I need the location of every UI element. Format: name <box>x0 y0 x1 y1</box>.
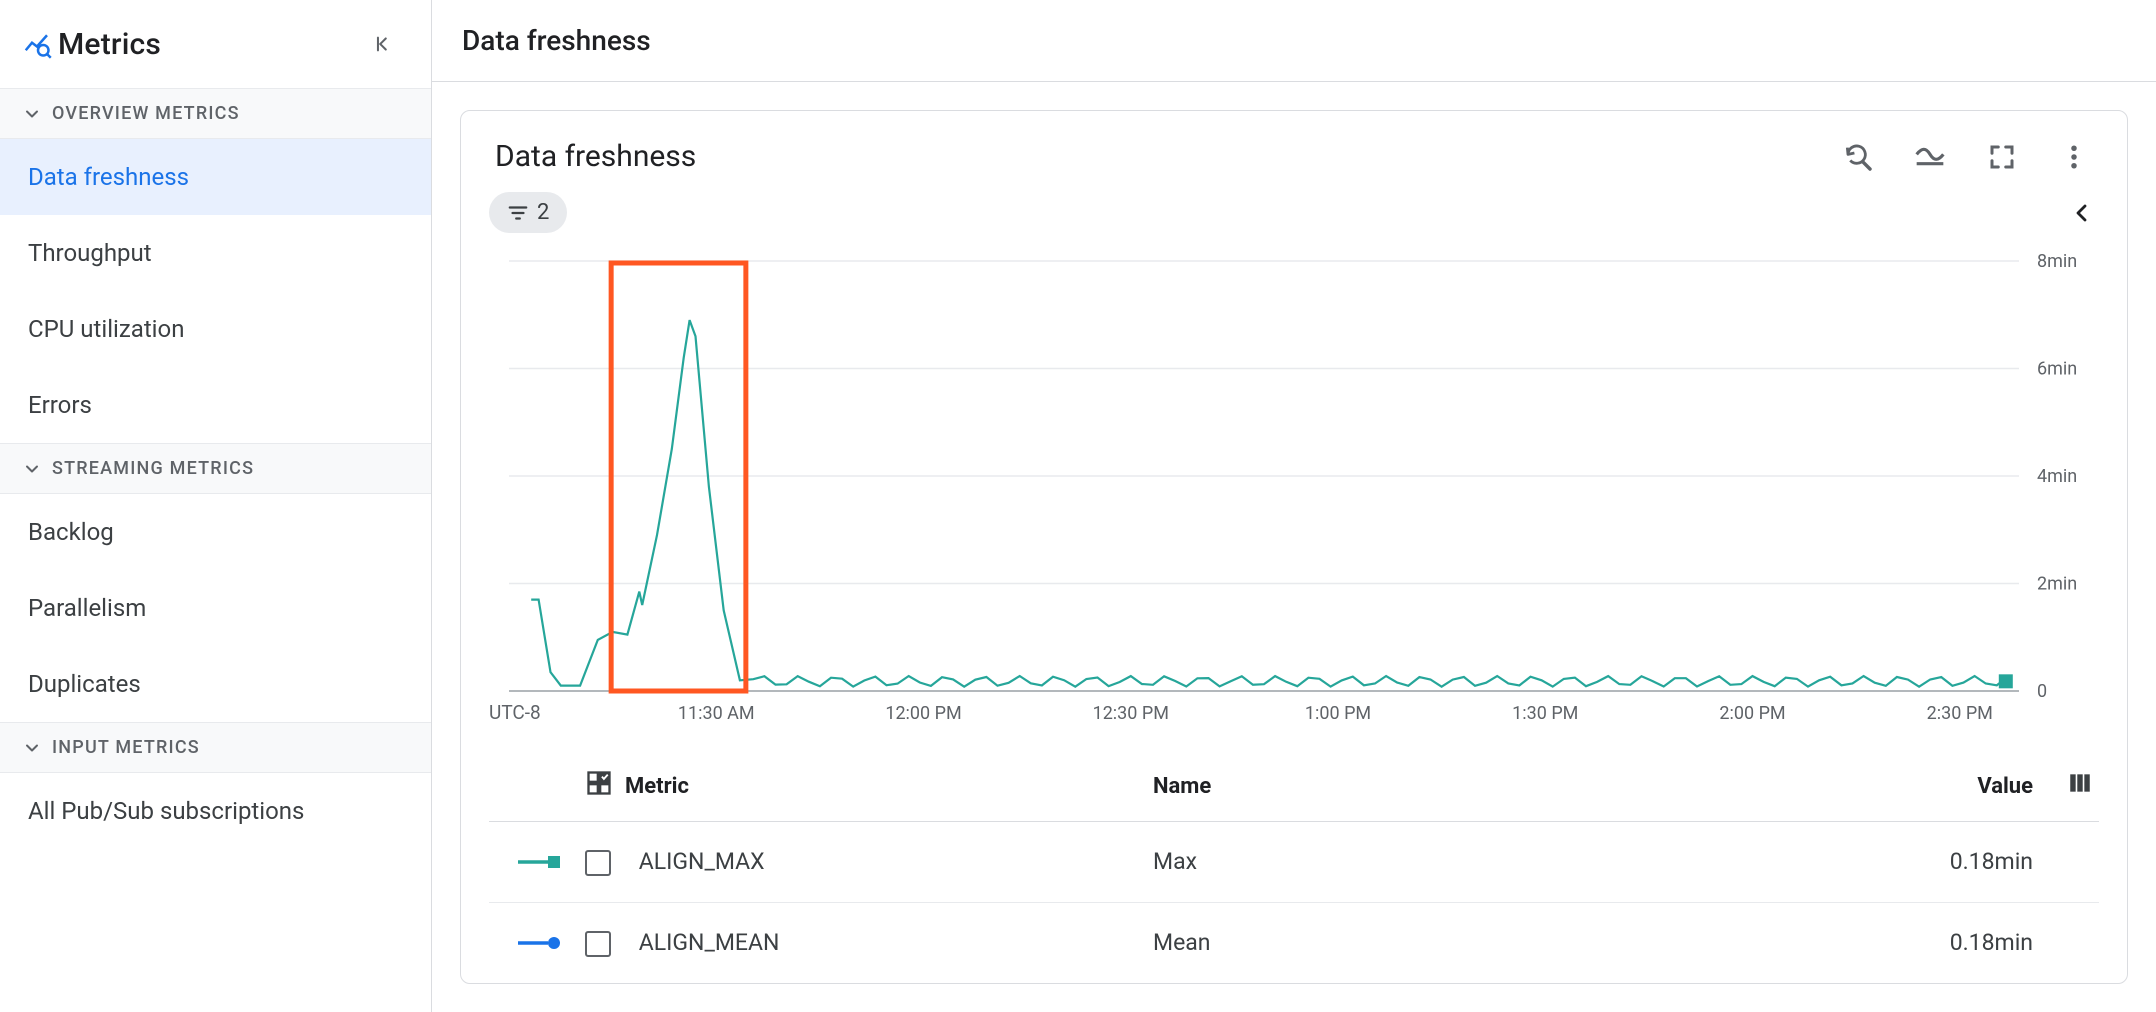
compare-button[interactable] <box>1913 140 1947 174</box>
filter-chip[interactable]: 2 <box>489 192 567 233</box>
sidebar: Metrics OVERVIEW METRICS Data freshness … <box>0 0 432 1012</box>
legend-col-metric[interactable]: Metric <box>625 774 689 799</box>
content: Data freshness <box>432 82 2156 1012</box>
nav-item-cpu-utilization[interactable]: CPU utilization <box>0 291 431 367</box>
legend-name: Max <box>1153 848 1773 875</box>
sidebar-title: Metrics <box>58 27 363 62</box>
metrics-icon <box>22 29 58 59</box>
nav-item-errors[interactable]: Errors <box>0 367 431 443</box>
legend-header: Metric Name Value <box>489 751 2099 822</box>
filter-icon <box>507 202 529 224</box>
svg-text:11:30 AM: 11:30 AM <box>678 703 755 724</box>
section-header-streaming[interactable]: STREAMING METRICS <box>0 443 431 494</box>
series-swatch-teal <box>495 852 585 872</box>
legend-col-value[interactable]: Value <box>1773 774 2033 799</box>
chevron-down-icon <box>22 104 42 124</box>
legend-row[interactable]: ALIGN_MEAN Mean 0.18min <box>489 903 2099 983</box>
legend-name: Mean <box>1153 929 1773 956</box>
nav-item-duplicates[interactable]: Duplicates <box>0 646 431 722</box>
card-header: Data freshness <box>489 139 2099 174</box>
legend-collapse-button[interactable] <box>2065 196 2099 230</box>
nav-item-backlog[interactable]: Backlog <box>0 494 431 570</box>
column-settings-icon[interactable] <box>2067 777 2093 802</box>
nav-item-pubsub-subscriptions[interactable]: All Pub/Sub subscriptions <box>0 773 431 849</box>
svg-text:4min: 4min <box>2037 466 2077 487</box>
svg-text:UTC-8: UTC-8 <box>489 701 541 724</box>
chevron-down-icon <box>22 738 42 758</box>
chip-row: 2 <box>489 192 2099 233</box>
page-title: Data freshness <box>462 24 2116 57</box>
card-title: Data freshness <box>489 139 1841 174</box>
legend-table: Metric Name Value <box>489 751 2099 983</box>
compare-icon <box>1914 141 1946 173</box>
chart-card: Data freshness <box>460 110 2128 984</box>
chevron-left-icon <box>2070 201 2094 225</box>
legend-value: 0.18min <box>1773 929 2033 956</box>
reset-zoom-icon <box>1842 141 1874 173</box>
legend-metric: ALIGN_MEAN <box>639 929 780 956</box>
section-header-label: STREAMING METRICS <box>52 458 254 479</box>
sidebar-header: Metrics <box>0 0 431 88</box>
svg-text:2:00 PM: 2:00 PM <box>1719 703 1785 724</box>
svg-text:12:30 PM: 12:30 PM <box>1093 703 1169 724</box>
chevron-first-icon <box>372 33 394 55</box>
more-button[interactable] <box>2057 140 2091 174</box>
toggle-all-icon[interactable] <box>585 769 613 803</box>
section-header-input[interactable]: INPUT METRICS <box>0 722 431 773</box>
legend-value: 0.18min <box>1773 848 2033 875</box>
svg-text:2:30 PM: 2:30 PM <box>1927 703 1993 724</box>
legend-row[interactable]: ALIGN_MAX Max 0.18min <box>489 822 2099 903</box>
chevron-down-icon <box>22 459 42 479</box>
chart[interactable]: 0 2min 4min 6min 8min UTC-8 11:30 AM 12:00 PM 12… <box>489 251 2099 741</box>
svg-text:1:30 PM: 1:30 PM <box>1512 703 1578 724</box>
svg-text:8min: 8min <box>2037 251 2077 272</box>
sidebar-collapse-button[interactable] <box>363 24 403 64</box>
fullscreen-button[interactable] <box>1985 140 2019 174</box>
series-swatch-blue <box>495 933 585 953</box>
fullscreen-icon <box>1987 142 2017 172</box>
svg-text:1:00 PM: 1:00 PM <box>1305 703 1371 724</box>
reset-zoom-button[interactable] <box>1841 140 1875 174</box>
nav-item-throughput[interactable]: Throughput <box>0 215 431 291</box>
section-header-label: INPUT METRICS <box>52 737 200 758</box>
legend-col-name[interactable]: Name <box>1153 774 1773 799</box>
legend-metric: ALIGN_MAX <box>639 848 765 875</box>
card-actions <box>1841 140 2099 174</box>
main: Data freshness Data freshness <box>432 0 2156 1012</box>
legend-checkbox[interactable] <box>585 850 611 876</box>
legend-checkbox[interactable] <box>585 931 611 957</box>
more-vert-icon <box>2059 142 2089 172</box>
svg-text:12:00 PM: 12:00 PM <box>885 703 961 724</box>
section-header-label: OVERVIEW METRICS <box>52 103 240 124</box>
section-header-overview[interactable]: OVERVIEW METRICS <box>0 88 431 139</box>
svg-text:2min: 2min <box>2037 574 2077 595</box>
filter-chip-count: 2 <box>537 200 549 225</box>
svg-text:6min: 6min <box>2037 359 2077 380</box>
nav-item-data-freshness[interactable]: Data freshness <box>0 139 431 215</box>
nav-item-parallelism[interactable]: Parallelism <box>0 570 431 646</box>
svg-text:0: 0 <box>2037 681 2047 702</box>
page-title-bar: Data freshness <box>432 0 2156 82</box>
